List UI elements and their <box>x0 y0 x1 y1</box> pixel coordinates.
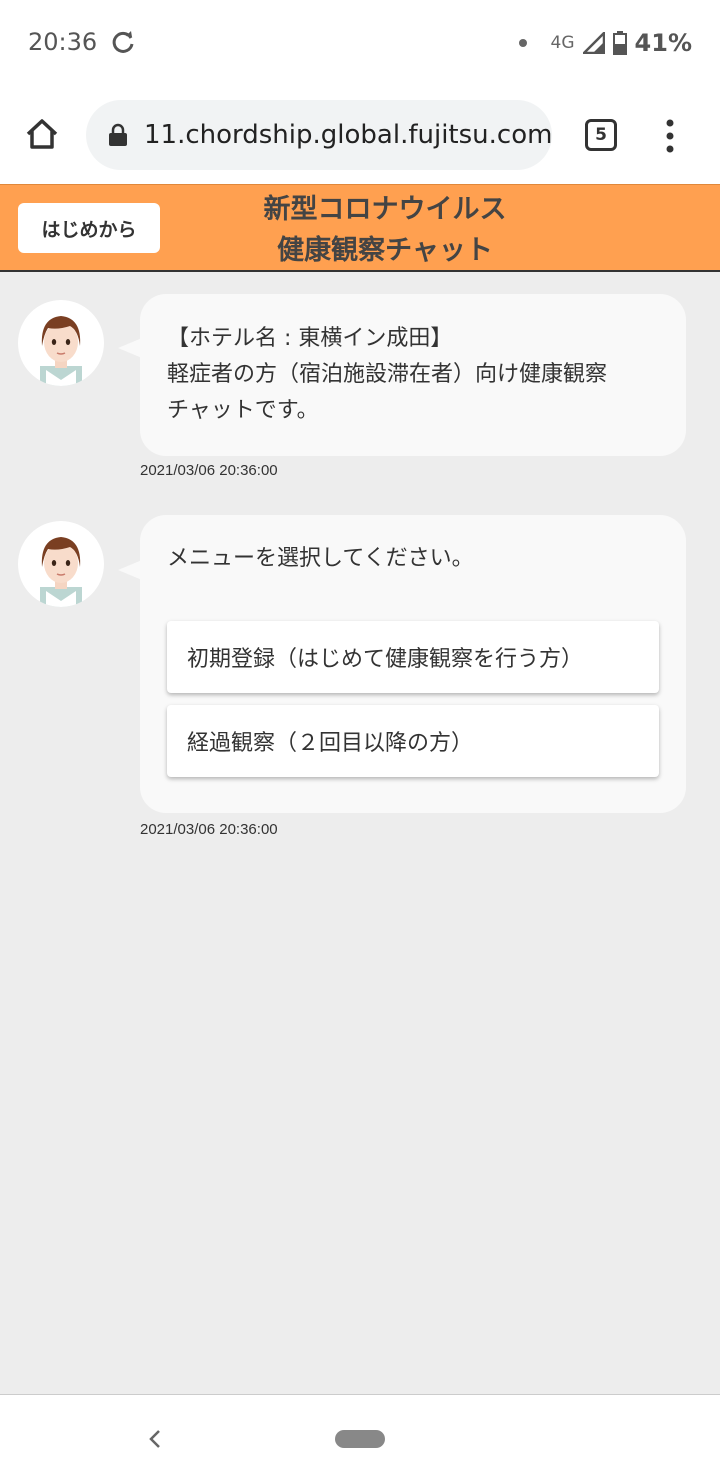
signal-icon <box>582 32 605 54</box>
tab-count: 5 <box>595 125 607 145</box>
tabs-button[interactable]: 5 <box>585 119 617 151</box>
home-icon[interactable] <box>22 114 62 154</box>
system-nav-bar <box>0 1394 720 1480</box>
notification-dot-icon <box>518 39 527 47</box>
message-line: 軽症者の方（宿泊施設滞在者）向け健康観察 <box>167 362 608 387</box>
message-line: チャットです。 <box>167 398 319 423</box>
battery-icon <box>612 31 627 55</box>
title-line-1: 新型コロナウイルス <box>263 194 507 225</box>
app-header: はじめから 新型コロナウイルス 健康観察チャット <box>0 184 720 272</box>
bubble-tail <box>118 560 142 580</box>
message-text: 【ホテル名 : 東横イン成田】 軽症者の方（宿泊施設滞在者）向け健康観察 チャッ… <box>167 321 607 429</box>
message-timestamp: 2021/03/06 20:36:00 <box>140 821 278 838</box>
bubble-tail <box>118 338 142 358</box>
option-follow-up[interactable]: 経過観察（２回目以降の方） <box>167 705 659 777</box>
message-text: メニューを選択してください。 <box>167 541 474 577</box>
network-label: 4G <box>550 33 575 53</box>
avatar <box>18 521 104 607</box>
address-bar[interactable]: 11.chordship.global.fujitsu.com <box>86 100 552 170</box>
lock-icon <box>109 123 127 146</box>
message-timestamp: 2021/03/06 20:36:00 <box>140 462 278 479</box>
option-initial-registration[interactable]: 初期登録（はじめて健康観察を行う方） <box>167 621 659 693</box>
nurse-avatar-icon <box>40 316 82 386</box>
nurse-avatar-icon <box>40 537 82 607</box>
avatar <box>18 300 104 386</box>
title-line-2: 健康観察チャット <box>277 235 493 266</box>
status-time: 20:36 <box>28 28 98 56</box>
home-pill-icon[interactable] <box>335 1430 385 1448</box>
restart-button[interactable]: はじめから <box>18 203 160 253</box>
back-icon[interactable] <box>146 1428 164 1450</box>
message-bubble: メニューを選択してください。 初期登録（はじめて健康観察を行う方） 経過観察（２… <box>140 515 686 813</box>
battery-percent: 41% <box>634 29 692 57</box>
message-bubble: 【ホテル名 : 東横イン成田】 軽症者の方（宿泊施設滞在者）向け健康観察 チャッ… <box>140 294 686 456</box>
browser-toolbar: 11.chordship.global.fujitsu.com 5 <box>0 88 720 184</box>
more-vert-icon[interactable] <box>664 118 676 154</box>
url-text: 11.chordship.global.fujitsu.com <box>144 120 552 150</box>
status-bar: 20:36 4G 41% <box>0 0 720 88</box>
message-line: 【ホテル名 : 東横イン成田】 <box>167 326 453 351</box>
sync-icon <box>112 31 134 53</box>
status-indicators: 4G 41% <box>518 28 692 58</box>
message-line: メニューを選択してください。 <box>167 546 474 571</box>
page-title: 新型コロナウイルス 健康観察チャット <box>200 189 570 271</box>
